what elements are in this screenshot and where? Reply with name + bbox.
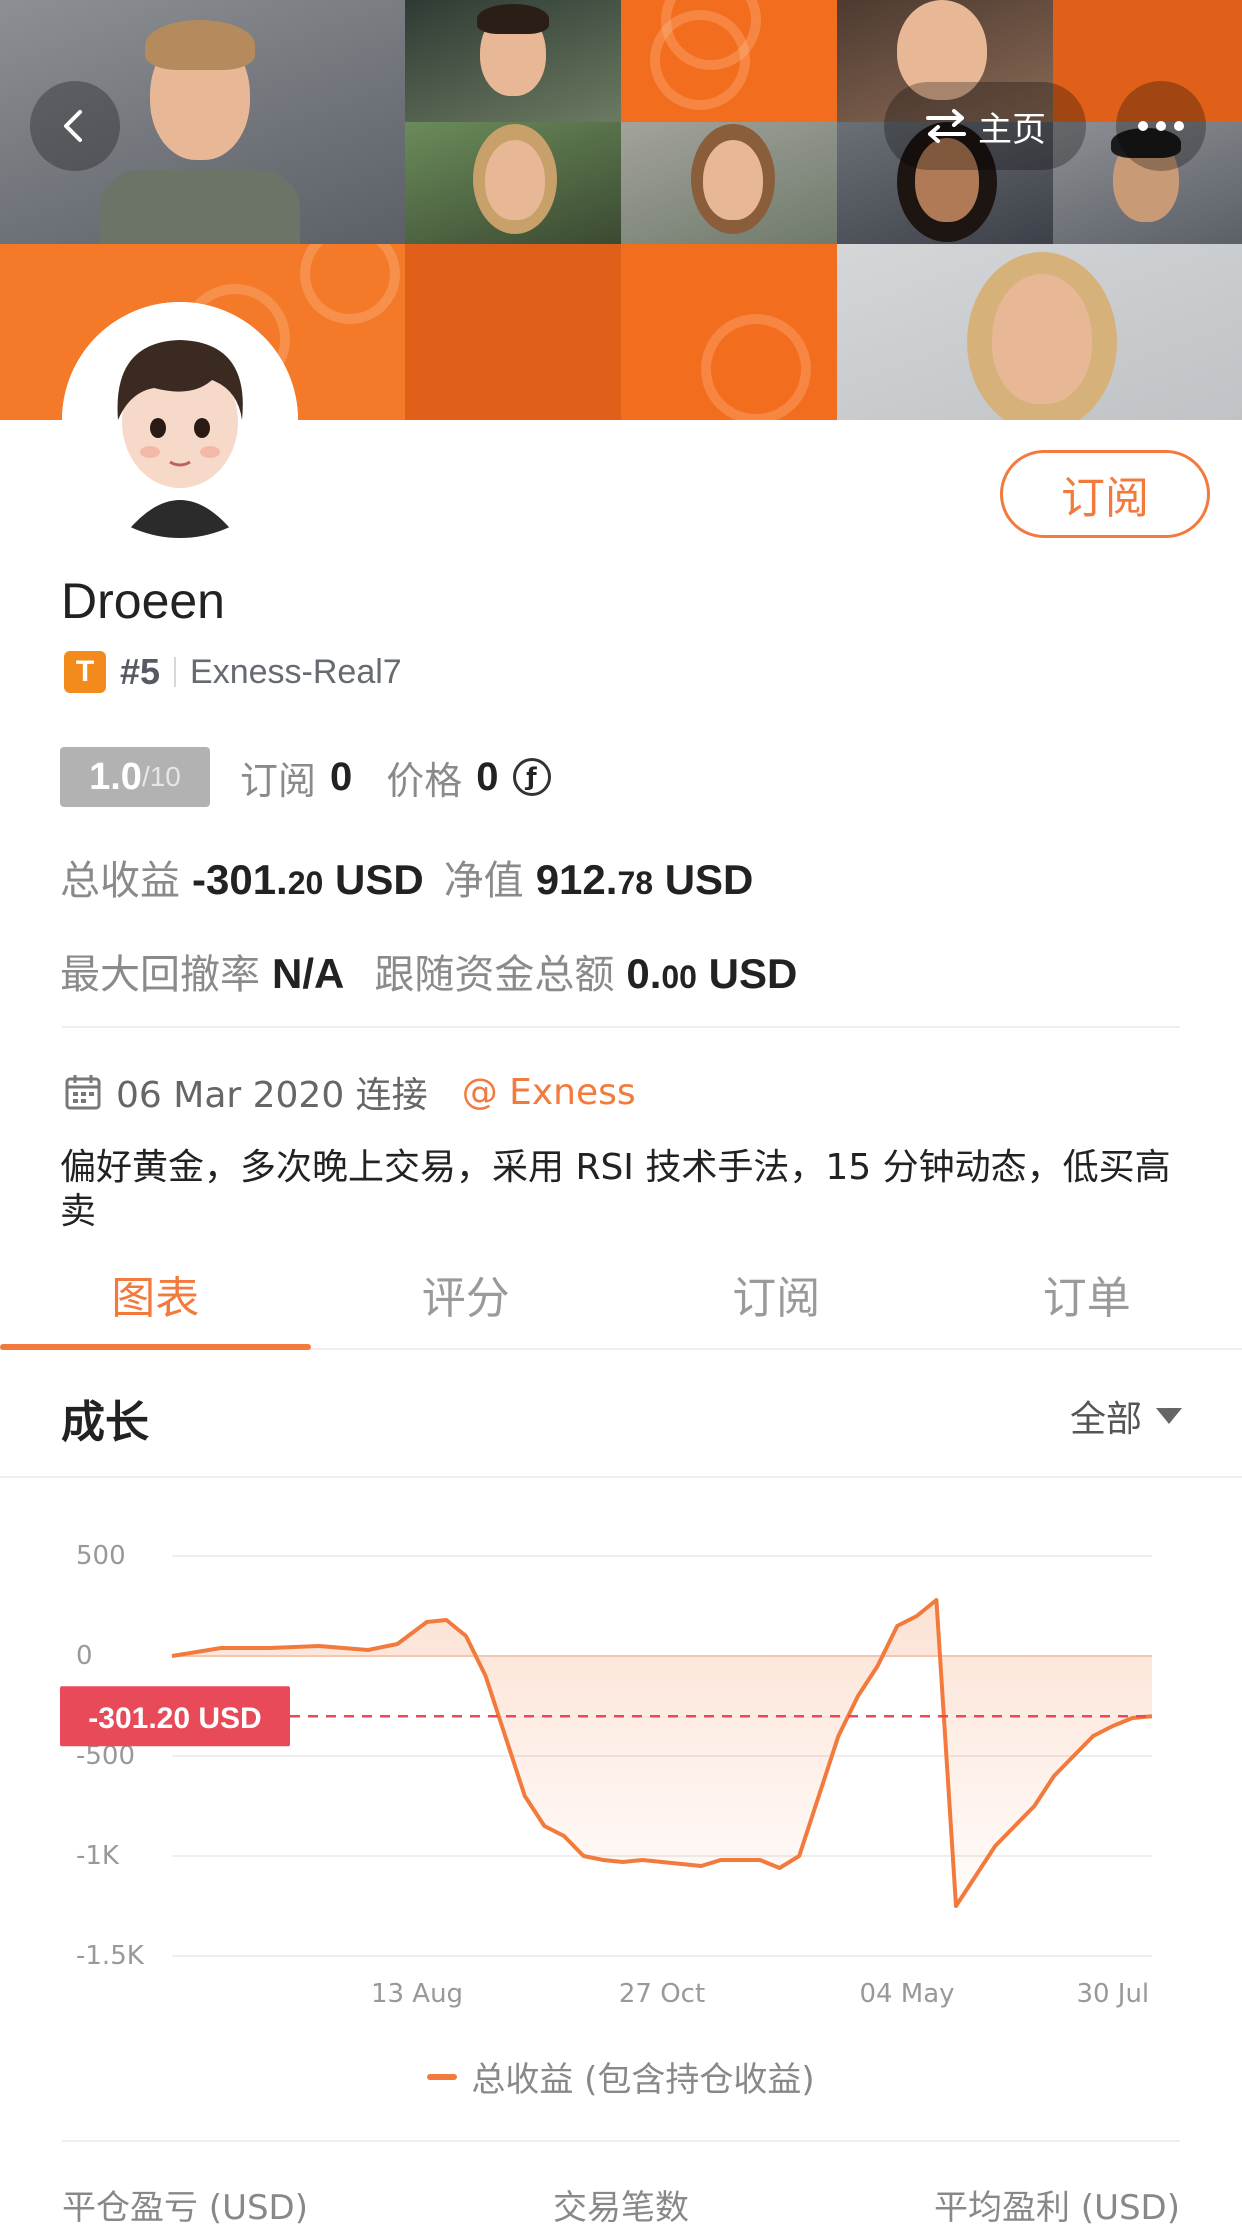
tab-bar: 图表 评分 订阅 订单 xyxy=(0,1240,1242,1350)
chart-legend: 总收益 (包含持仓收益) xyxy=(0,2052,1242,2101)
coin-icon: ƒ xyxy=(513,758,551,796)
stats-columns: 平仓盈亏 (USD) 交易笔数 平均盈利 (USD) xyxy=(62,2180,1180,2229)
avg-profit-label: 平均盈利 (USD) xyxy=(934,2180,1180,2229)
portrait-photo xyxy=(405,122,621,244)
trader-meta: T #5 Exness-Real7 xyxy=(64,650,402,694)
subscribe-button[interactable]: 订阅 xyxy=(1000,450,1210,538)
score-row: 1.0/10 订阅 0 价格 0 ƒ xyxy=(60,746,551,808)
connection-row: 06 Mar 2020 连接 @ Exness xyxy=(64,1066,636,1118)
x-tick-label: 30 Jul xyxy=(1076,1979,1149,2009)
y-tick-label: 0 xyxy=(76,1641,93,1671)
price-label: 价格 xyxy=(386,750,462,805)
growth-header: 成长 全部 xyxy=(0,1350,1242,1478)
trade-count-label: 交易笔数 xyxy=(553,2180,689,2229)
equity-value: 912.78 USD xyxy=(536,856,754,904)
divider xyxy=(62,1026,1180,1028)
avatar[interactable] xyxy=(62,302,298,538)
account-name: Exness-Real7 xyxy=(190,653,402,692)
back-button[interactable] xyxy=(30,81,120,171)
total-profit-value: -301.20 USD xyxy=(192,856,424,904)
follow-funds-value: 0.00 USD xyxy=(626,950,797,998)
score-denominator: /10 xyxy=(142,761,181,793)
portrait-photo xyxy=(621,122,837,244)
more-dots-icon xyxy=(1137,120,1185,132)
drawdown-row: 最大回撤率 N/A 跟随资金总额 0.00 USD xyxy=(60,942,797,1000)
x-tick-label: 13 Aug xyxy=(371,1979,463,2009)
swap-icon xyxy=(924,108,968,144)
trader-name: Droeen xyxy=(61,572,225,630)
tab-subscriptions[interactable]: 订阅 xyxy=(621,1240,932,1348)
divider xyxy=(62,2140,1180,2142)
profit-row: 总收益 -301.20 USD 净值 912.78 USD xyxy=(60,848,753,906)
more-button[interactable] xyxy=(1116,81,1206,171)
y-tick-label: -1K xyxy=(76,1841,120,1871)
chevron-left-icon xyxy=(55,106,95,146)
decor-tile xyxy=(405,244,621,420)
avatar-image xyxy=(62,302,298,538)
x-tick-label: 04 May xyxy=(859,1979,954,2009)
growth-title: 成长 xyxy=(61,1386,149,1450)
trader-level-badge: T xyxy=(64,651,106,693)
decor-tile xyxy=(621,244,837,420)
max-drawdown-value: N/A xyxy=(272,950,344,998)
closed-pnl-label: 平仓盈亏 (USD) xyxy=(62,2180,308,2229)
score-badge: 1.0/10 xyxy=(60,747,210,807)
tab-rating[interactable]: 评分 xyxy=(311,1240,622,1348)
x-tick-label: 27 Oct xyxy=(619,1979,705,2009)
home-label: 主页 xyxy=(978,102,1046,151)
growth-chart-svg: 5000-500-1K-1.5K-301.20 USD13 Aug27 Oct0… xyxy=(0,1478,1242,2028)
divider xyxy=(174,657,176,687)
subscriptions-label: 订阅 xyxy=(240,750,316,805)
legend-swatch xyxy=(427,2074,457,2080)
score-value: 1.0 xyxy=(89,756,142,799)
range-dropdown[interactable]: 全部 xyxy=(1070,1390,1182,1442)
calendar-icon xyxy=(64,1073,102,1111)
equity-label: 净值 xyxy=(444,848,524,906)
follow-funds-label: 跟随资金总额 xyxy=(374,942,614,1000)
current-value-label: -301.20 USD xyxy=(88,1702,261,1735)
total-profit-label: 总收益 xyxy=(60,848,180,906)
portrait-photo xyxy=(837,244,1242,420)
caret-down-icon xyxy=(1156,1408,1182,1424)
price-value: 0 xyxy=(476,755,498,800)
max-drawdown-label: 最大回撤率 xyxy=(60,942,260,1000)
growth-chart: 5000-500-1K-1.5K-301.20 USD13 Aug27 Oct0… xyxy=(0,1478,1242,2028)
range-label: 全部 xyxy=(1070,1390,1142,1442)
tab-orders[interactable]: 订单 xyxy=(932,1240,1242,1348)
connected-date: 06 Mar 2020 连接 xyxy=(116,1066,428,1118)
y-tick-label: -1.5K xyxy=(76,1941,145,1971)
home-button[interactable]: 主页 xyxy=(884,82,1086,170)
y-tick-label: 500 xyxy=(76,1541,126,1571)
rank: #5 xyxy=(120,651,160,693)
subscriptions-value: 0 xyxy=(330,755,352,800)
portrait-photo xyxy=(405,0,621,122)
broker-link[interactable]: @ Exness xyxy=(462,1072,636,1113)
tab-chart[interactable]: 图表 xyxy=(0,1240,311,1348)
bio-text: 偏好黄金，多次晚上交易，采用 RSI 技术手法，15 分钟动态，低买高卖 xyxy=(60,1146,1180,1234)
legend-label: 总收益 (包含持仓收益) xyxy=(471,2052,814,2101)
